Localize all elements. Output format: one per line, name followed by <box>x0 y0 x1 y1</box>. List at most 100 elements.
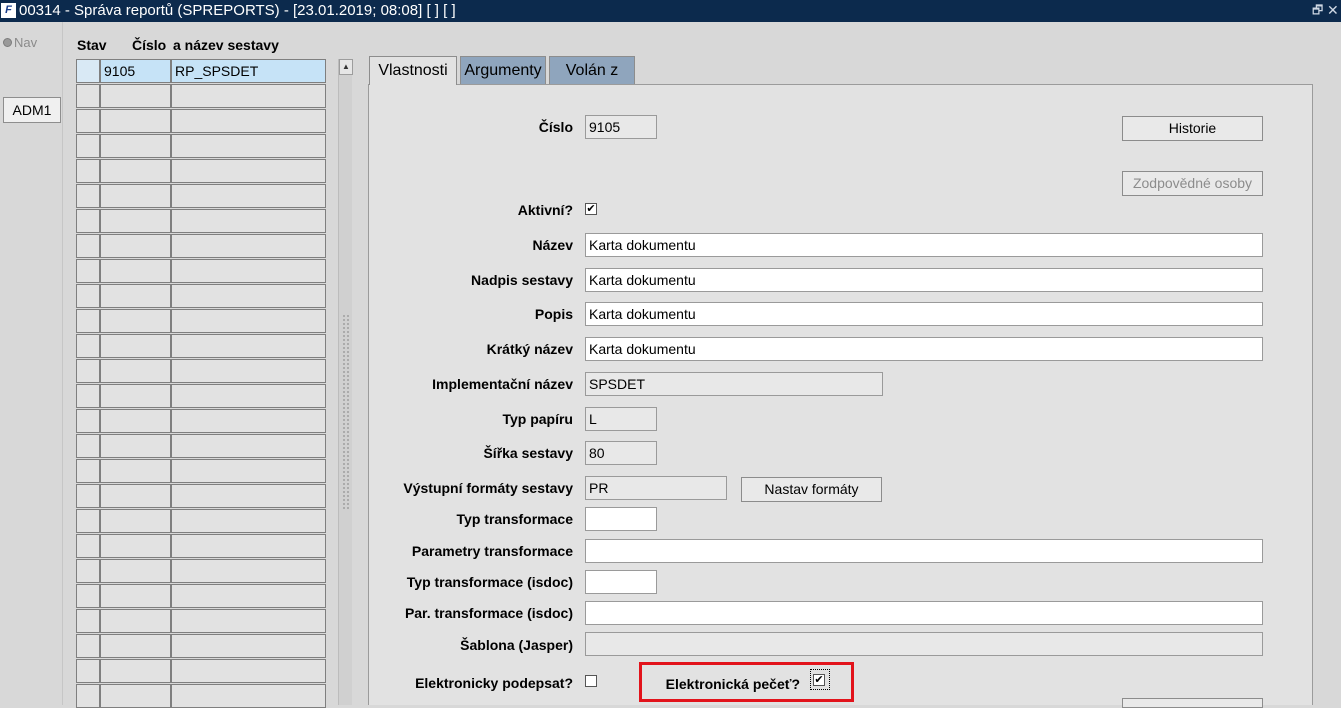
typ-transformace-isdoc-field[interactable] <box>585 570 657 594</box>
cell-cislo[interactable] <box>100 134 171 158</box>
cell-nazev[interactable] <box>171 659 326 683</box>
table-row[interactable] <box>76 509 326 533</box>
cell-stav[interactable] <box>76 659 100 683</box>
cell-stav[interactable] <box>76 559 100 583</box>
cell-stav[interactable] <box>76 184 100 208</box>
popis-field[interactable]: Karta dokumentu <box>585 302 1263 326</box>
table-row[interactable] <box>76 359 326 383</box>
table-row[interactable] <box>76 659 326 683</box>
cell-stav[interactable] <box>76 409 100 433</box>
table-row[interactable] <box>76 534 326 558</box>
cell-nazev[interactable] <box>171 459 326 483</box>
restore-icon[interactable]: 🗗 <box>1312 0 1323 20</box>
cell-stav[interactable] <box>76 59 100 83</box>
cell-nazev[interactable] <box>171 684 326 708</box>
cell-stav[interactable] <box>76 684 100 708</box>
cell-nazev[interactable] <box>171 309 326 333</box>
table-row[interactable] <box>76 84 326 108</box>
cell-stav[interactable] <box>76 334 100 358</box>
cell-nazev[interactable] <box>171 434 326 458</box>
cell-cislo[interactable] <box>100 309 171 333</box>
table-scrollbar[interactable]: ▲ <box>338 59 353 705</box>
cell-nazev[interactable] <box>171 259 326 283</box>
cell-stav[interactable] <box>76 509 100 533</box>
cislo-field[interactable]: 9105 <box>585 115 657 139</box>
cell-cislo[interactable] <box>100 184 171 208</box>
par-transformace-isdoc-field[interactable] <box>585 601 1263 625</box>
cell-cislo[interactable] <box>100 584 171 608</box>
cell-cislo[interactable] <box>100 609 171 633</box>
cell-cislo[interactable] <box>100 334 171 358</box>
table-row[interactable] <box>76 384 326 408</box>
cell-cislo[interactable] <box>100 659 171 683</box>
cell-stav[interactable] <box>76 384 100 408</box>
cell-stav[interactable] <box>76 459 100 483</box>
tab-vlastnosti[interactable]: Vlastnosti <box>369 56 457 85</box>
table-row[interactable]: 9105 RP_SPSDET <box>76 59 326 83</box>
cell-stav[interactable] <box>76 634 100 658</box>
cell-stav[interactable] <box>76 234 100 258</box>
cell-cislo[interactable] <box>100 634 171 658</box>
tab-volan-z[interactable]: Volán z <box>549 56 635 84</box>
cell-stav[interactable] <box>76 84 100 108</box>
cell-nazev[interactable] <box>171 159 326 183</box>
implementacni-nazev-field[interactable]: SPSDET <box>585 372 883 396</box>
vystupni-formaty-field[interactable]: PR <box>585 476 727 500</box>
cell-cislo[interactable] <box>100 684 171 708</box>
cell-cislo[interactable] <box>100 559 171 583</box>
cell-stav[interactable] <box>76 134 100 158</box>
table-row[interactable] <box>76 584 326 608</box>
tab-argumenty[interactable]: Argumenty <box>460 56 546 84</box>
table-row[interactable] <box>76 409 326 433</box>
table-row[interactable] <box>76 484 326 508</box>
cell-nazev[interactable] <box>171 284 326 308</box>
cell-cislo[interactable] <box>100 434 171 458</box>
table-row[interactable] <box>76 684 326 708</box>
cell-cislo[interactable]: 9105 <box>100 59 171 83</box>
nadpis-sestavy-field[interactable]: Karta dokumentu <box>585 268 1263 292</box>
cell-cislo[interactable] <box>100 159 171 183</box>
table-row[interactable] <box>76 109 326 133</box>
cell-stav[interactable] <box>76 159 100 183</box>
cell-nazev[interactable] <box>171 609 326 633</box>
nav-radio[interactable]: Nav <box>3 35 37 50</box>
cell-stav[interactable] <box>76 209 100 233</box>
cell-stav[interactable] <box>76 609 100 633</box>
cell-nazev[interactable] <box>171 484 326 508</box>
cell-cislo[interactable] <box>100 409 171 433</box>
kratky-nazev-field[interactable]: Karta dokumentu <box>585 337 1263 361</box>
cell-nazev[interactable] <box>171 234 326 258</box>
cell-cislo[interactable] <box>100 234 171 258</box>
cell-stav[interactable] <box>76 534 100 558</box>
sablona-jasper-field[interactable] <box>585 632 1263 656</box>
cell-cislo[interactable] <box>100 259 171 283</box>
cell-nazev[interactable] <box>171 359 326 383</box>
historie-button[interactable]: Historie <box>1122 116 1263 141</box>
cell-stav[interactable] <box>76 259 100 283</box>
table-row[interactable] <box>76 334 326 358</box>
cell-nazev[interactable]: RP_SPSDET <box>171 59 326 83</box>
cut-off-button[interactable] <box>1122 698 1263 708</box>
table-row[interactable] <box>76 184 326 208</box>
cell-cislo[interactable] <box>100 209 171 233</box>
elektronicky-podepsat-checkbox[interactable] <box>585 675 597 687</box>
cell-stav[interactable] <box>76 309 100 333</box>
parametry-transformace-field[interactable] <box>585 539 1263 563</box>
sirka-sestavy-field[interactable]: 80 <box>585 441 657 465</box>
cell-stav[interactable] <box>76 434 100 458</box>
cell-nazev[interactable] <box>171 634 326 658</box>
cell-nazev[interactable] <box>171 534 326 558</box>
cell-cislo[interactable] <box>100 384 171 408</box>
table-row[interactable] <box>76 309 326 333</box>
nazev-field[interactable]: Karta dokumentu <box>585 233 1263 257</box>
table-row[interactable] <box>76 434 326 458</box>
cell-cislo[interactable] <box>100 509 171 533</box>
cell-cislo[interactable] <box>100 484 171 508</box>
nastav-formaty-button[interactable]: Nastav formáty <box>741 477 882 502</box>
cell-nazev[interactable] <box>171 409 326 433</box>
cell-stav[interactable] <box>76 109 100 133</box>
cell-stav[interactable] <box>76 484 100 508</box>
cell-stav[interactable] <box>76 284 100 308</box>
cell-nazev[interactable] <box>171 334 326 358</box>
table-row[interactable] <box>76 234 326 258</box>
